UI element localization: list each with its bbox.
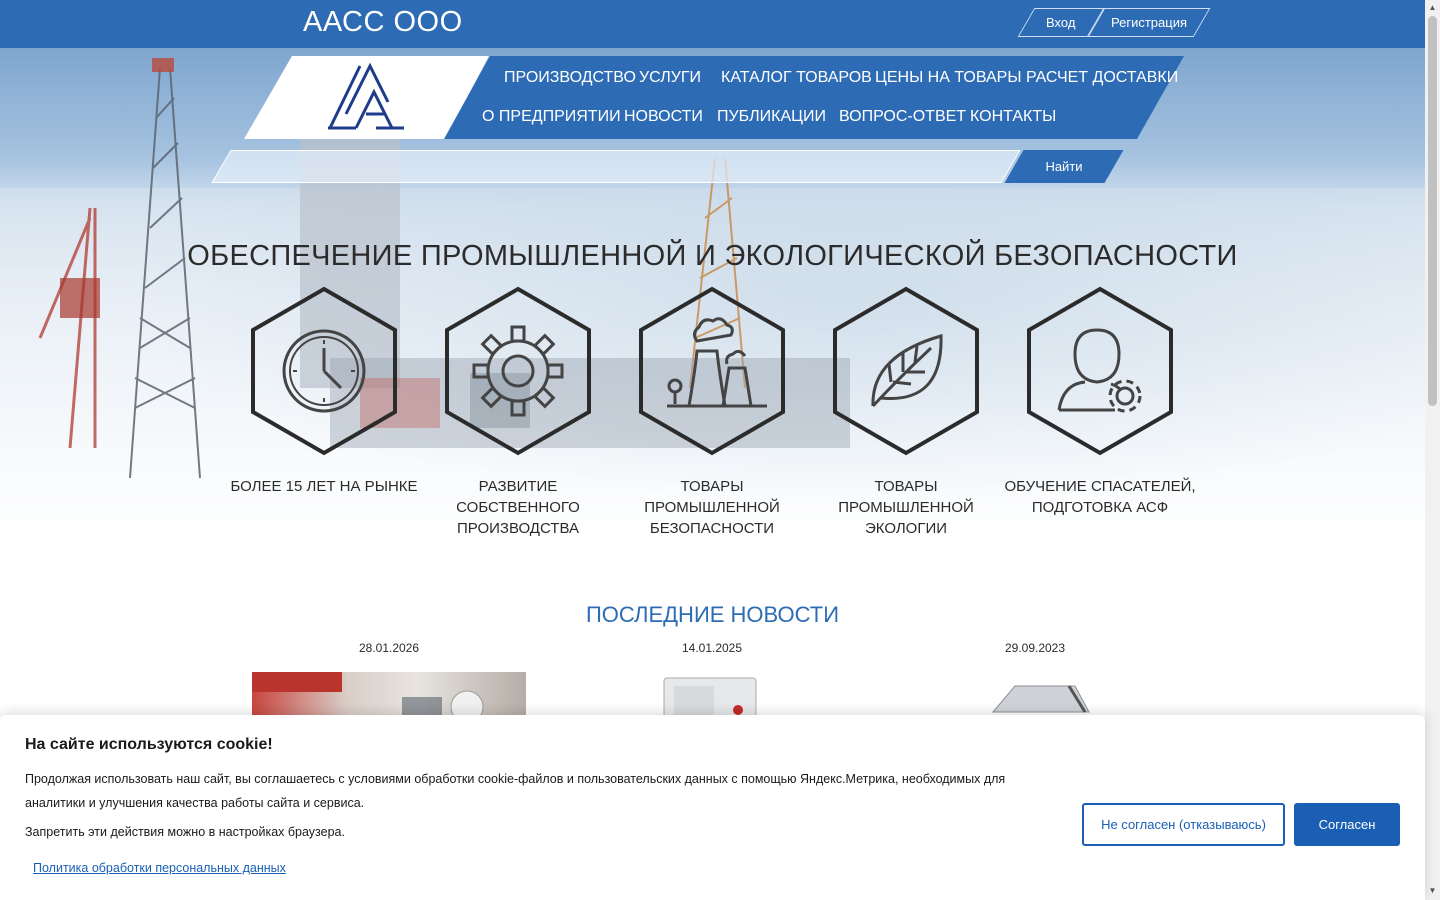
login-label: Вход bbox=[1046, 15, 1076, 30]
feature-experience[interactable]: БОЛЕЕ 15 ЛЕТ НА РЫНКЕ bbox=[227, 286, 421, 526]
nav-item-contacts[interactable]: КОНТАКТЫ bbox=[970, 108, 1056, 126]
cookie-text: Продолжая использовать наш сайт, вы согл… bbox=[25, 772, 1006, 810]
top-bar: ААСС ООО Вход Регистрация bbox=[0, 0, 1425, 48]
news-date: 28.01.2026 bbox=[358, 641, 420, 655]
factory-icon bbox=[639, 286, 785, 456]
register-label: Регистрация bbox=[1111, 15, 1187, 30]
gear-icon bbox=[445, 286, 591, 456]
scroll-thumb[interactable] bbox=[1428, 16, 1437, 406]
search-input[interactable] bbox=[240, 154, 1000, 180]
search-button[interactable] bbox=[1004, 150, 1124, 183]
register-button[interactable]: Регистрация bbox=[1087, 8, 1211, 37]
feature-safety-goods[interactable]: ТОВАРЫ ПРОМЫШЛЕННОЙ БЕЗОПАСНОСТИ bbox=[615, 286, 809, 537]
scroll-up-arrow-icon[interactable]: ▲ bbox=[1428, 3, 1437, 13]
page-scrollbar[interactable]: ▲ ▼ bbox=[1425, 0, 1440, 900]
news-date: 29.09.2023 bbox=[1004, 641, 1066, 655]
feature-ecology-goods[interactable]: ТОВАРЫ ПРОМЫШЛЕННОЙ ЭКОЛОГИИ bbox=[809, 286, 1003, 537]
privacy-policy-link[interactable]: Политика обработки персональных данных bbox=[33, 861, 286, 875]
nav-item-delivery[interactable]: РАСЧЕТ ДОСТАВКИ bbox=[1026, 69, 1178, 87]
feature-label: ОБУЧЕНИЕ СПАСАТЕЛЕЙ, ПОДГОТОВКА АСФ bbox=[1004, 478, 1196, 516]
cookie-accept-button[interactable]: Согласен bbox=[1294, 803, 1400, 846]
cookie-decline-button[interactable]: Не согласен (отказываюсь) bbox=[1082, 803, 1285, 846]
nav-item-publications[interactable]: ПУБЛИКАЦИИ bbox=[717, 108, 826, 126]
hero-title: ОБЕСПЕЧЕНИЕ ПРОМЫШЛЕННОЙ И ЭКОЛОГИЧЕСКОЙ… bbox=[187, 240, 1238, 272]
nav-item-prices[interactable]: ЦЕНЫ НА ТОВАРЫ bbox=[875, 69, 1022, 87]
news-date: 14.01.2025 bbox=[681, 641, 743, 655]
feature-label: РАЗВИТИЕ СОБСТВЕННОГО ПРОИЗВОДСТВА bbox=[456, 478, 580, 537]
scroll-down-arrow-icon[interactable]: ▼ bbox=[1428, 886, 1437, 896]
feature-training[interactable]: ОБУЧЕНИЕ СПАСАТЕЛЕЙ, ПОДГОТОВКА АСФ bbox=[1003, 286, 1197, 526]
feature-label: ТОВАРЫ ПРОМЫШЛЕННОЙ БЕЗОПАСНОСТИ bbox=[644, 478, 780, 537]
nav-item-about[interactable]: О ПРЕДПРИЯТИИ bbox=[482, 108, 621, 126]
user-gear-icon bbox=[1027, 286, 1173, 456]
brand-name[interactable]: ААСС ООО bbox=[303, 6, 463, 39]
nav-item-production[interactable]: ПРОИЗВОДСТВО bbox=[504, 69, 636, 87]
feature-label: ТОВАРЫ ПРОМЫШЛЕННОЙ ЭКОЛОГИИ bbox=[838, 478, 974, 537]
feature-label: БОЛЕЕ 15 ЛЕТ НА РЫНКЕ bbox=[230, 478, 418, 495]
nav-item-news[interactable]: НОВОСТИ bbox=[624, 108, 703, 126]
nav-item-faq[interactable]: ВОПРОС-ОТВЕТ bbox=[839, 108, 966, 126]
news-section-title: ПОСЛЕДНИЕ НОВОСТИ bbox=[585, 602, 840, 627]
cookie-banner: На сайте используются cookie! Продолжая … bbox=[0, 715, 1425, 900]
cookie-text-browser: Запретить эти действия можно в настройка… bbox=[25, 825, 345, 839]
feature-production[interactable]: РАЗВИТИЕ СОБСТВЕННОГО ПРОИЗВОДСТВА bbox=[421, 286, 615, 537]
cookie-title: На сайте используются cookie! bbox=[25, 736, 273, 753]
leaf-icon bbox=[833, 286, 979, 456]
nav-item-services[interactable]: УСЛУГИ bbox=[639, 69, 701, 87]
company-logo-icon bbox=[328, 62, 404, 130]
clock-icon bbox=[251, 286, 397, 456]
nav-item-catalog[interactable]: КАТАЛОГ ТОВАРОВ bbox=[721, 69, 872, 87]
